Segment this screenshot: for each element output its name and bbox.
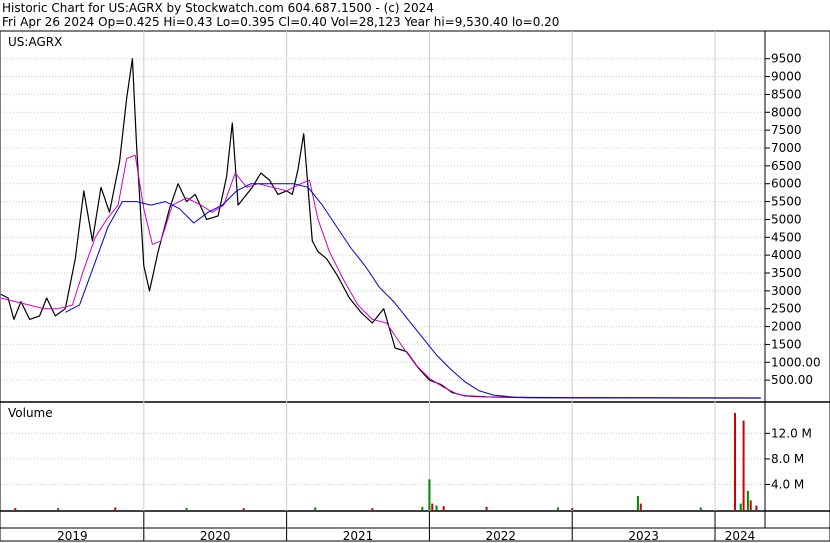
y-tick-label: 7000 xyxy=(771,141,802,155)
y-tick-label: 4500 xyxy=(771,230,802,244)
y-tick-label: 1000.00 xyxy=(771,355,821,369)
volume-bar xyxy=(242,508,245,510)
volume-axis-ticks: 12.0 M 8.0 M 4.0 M xyxy=(765,426,812,491)
price-panel-label: US:AGRX xyxy=(8,35,62,49)
y-tick-label: 3500 xyxy=(771,266,802,280)
y-tick-label: 4000 xyxy=(771,248,802,262)
chart-frame xyxy=(0,30,830,542)
volume-bar xyxy=(421,506,424,510)
price-line xyxy=(0,58,761,399)
volume-bar xyxy=(746,490,749,510)
y-tick-label: 7500 xyxy=(771,123,802,137)
x-tick-label: 2022 xyxy=(486,529,517,543)
volume-bar xyxy=(699,507,702,510)
volume-bar xyxy=(636,495,639,510)
y-tick-label: 8500 xyxy=(771,87,802,101)
volume-bar xyxy=(485,506,488,510)
x-tick-label: 2019 xyxy=(57,529,88,543)
price-axis-ticks: 9500 9000 8500 8000 7500 7000 6500 6000 5500 5000… xyxy=(765,52,821,387)
volume-bar xyxy=(185,508,188,510)
y-tick-label: 2000 xyxy=(771,320,802,334)
volume-bar xyxy=(742,420,745,510)
price-lines xyxy=(0,58,761,399)
y-tick-label: 2500 xyxy=(771,302,802,316)
y-tick-label: 5500 xyxy=(771,195,802,209)
volume-bar xyxy=(749,500,752,510)
volume-bar xyxy=(57,508,60,510)
date-axis-ticks: 2019 2020 2021 2022 2023 2024 xyxy=(57,511,755,543)
volume-bar xyxy=(556,507,559,510)
volume-bars xyxy=(14,412,758,510)
volume-bar xyxy=(739,503,742,510)
x-tick-label: 2021 xyxy=(343,529,374,543)
volume-tick-label: 12.0 M xyxy=(771,426,812,440)
y-tick-label: 5000 xyxy=(771,212,802,226)
y-tick-label: 9000 xyxy=(771,70,802,84)
x-tick-label: 2023 xyxy=(628,529,659,543)
volume-bar xyxy=(755,505,758,510)
volume-bar xyxy=(734,412,737,510)
volume-bar xyxy=(114,507,117,510)
stock-chart: US:AGRX Volume 9500 9000 8500 8000 7500 7000 6… xyxy=(0,30,830,543)
y-tick-label: 3000 xyxy=(771,284,802,298)
volume-panel-label: Volume xyxy=(8,406,53,420)
y-tick-label: 6000 xyxy=(771,177,802,191)
volume-bar xyxy=(371,508,374,510)
y-tick-label: 6500 xyxy=(771,159,802,173)
y-tick-label: 500.00 xyxy=(771,373,813,387)
volume-bar xyxy=(314,507,317,510)
volume-bar xyxy=(442,506,445,510)
volume-bar xyxy=(431,503,434,510)
y-tick-label: 1500 xyxy=(771,337,802,351)
x-tick-label: 2020 xyxy=(200,529,231,543)
volume-bar xyxy=(14,508,17,510)
short-moving-average-line xyxy=(0,154,761,399)
y-tick-label: 9500 xyxy=(771,52,802,66)
volume-bar xyxy=(571,508,574,510)
grid-lines xyxy=(1,31,765,541)
volume-bar xyxy=(639,503,642,510)
volume-bar xyxy=(435,505,438,510)
volume-tick-label: 4.0 M xyxy=(771,477,804,491)
y-tick-label: 8000 xyxy=(771,105,802,119)
x-tick-label: 2024 xyxy=(725,529,756,543)
volume-bar xyxy=(428,479,431,510)
volume-tick-label: 8.0 M xyxy=(771,452,804,466)
